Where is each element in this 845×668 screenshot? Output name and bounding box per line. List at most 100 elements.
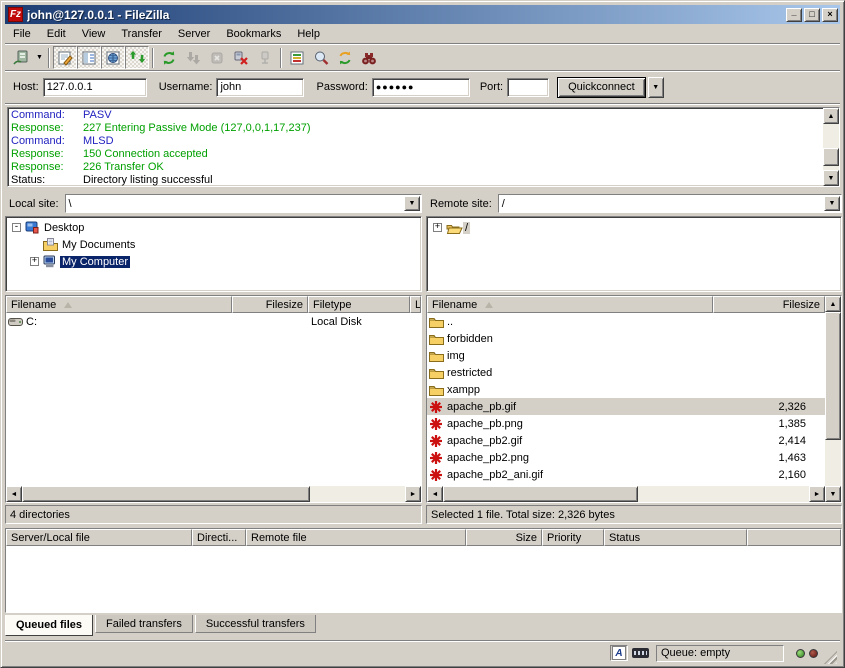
tree-item-my-computer[interactable]: + My Computer bbox=[6, 253, 421, 270]
column-remote-file[interactable]: Remote file bbox=[246, 529, 466, 546]
menu-view[interactable]: View bbox=[74, 25, 114, 43]
cancel-operation-button[interactable] bbox=[205, 46, 229, 69]
site-manager-button[interactable] bbox=[8, 46, 32, 69]
queue-rows[interactable] bbox=[6, 546, 841, 612]
password-input[interactable] bbox=[372, 78, 470, 97]
close-button[interactable]: × bbox=[822, 8, 838, 22]
column-server-local-file[interactable]: Server/Local file bbox=[6, 529, 192, 546]
tab-successful-transfers[interactable]: Successful transfers bbox=[195, 615, 316, 633]
filename-filters-button[interactable] bbox=[285, 46, 309, 69]
tab-failed-transfers[interactable]: Failed transfers bbox=[95, 615, 193, 633]
remote-file-row-selected[interactable]: apache_pb.gif 2,326 bbox=[427, 398, 825, 415]
column-size[interactable]: Size bbox=[466, 529, 542, 546]
column-filetype[interactable]: Filetype bbox=[308, 296, 410, 313]
tree-item-root[interactable]: + / bbox=[427, 219, 841, 236]
folder-icon bbox=[427, 384, 444, 396]
port-input[interactable] bbox=[507, 78, 549, 97]
remote-file-row[interactable]: apache_pb2_ani.gif 2,160 bbox=[427, 466, 825, 483]
toggle-local-tree-button[interactable] bbox=[77, 46, 101, 69]
synchronized-browsing-button[interactable] bbox=[333, 46, 357, 69]
scroll-right-button[interactable]: ► bbox=[809, 486, 825, 502]
scroll-left-button[interactable]: ◄ bbox=[427, 486, 443, 502]
recv-activity-led bbox=[796, 649, 805, 658]
column-filesize[interactable]: Filesize bbox=[713, 296, 825, 313]
remote-file-row[interactable]: forbidden bbox=[427, 330, 825, 347]
remote-file-row[interactable]: xampp bbox=[427, 381, 825, 398]
scroll-down-button[interactable]: ▼ bbox=[823, 170, 839, 186]
log-scrollbar[interactable]: ▲ ▼ bbox=[823, 108, 839, 186]
remote-file-rows[interactable]: .. forbidden img res bbox=[427, 313, 825, 486]
resize-grip[interactable] bbox=[824, 651, 837, 664]
menu-bookmarks[interactable]: Bookmarks bbox=[218, 25, 289, 43]
site-manager-dropdown[interactable]: ▼ bbox=[32, 46, 45, 69]
find-files-button[interactable] bbox=[357, 46, 381, 69]
scrollbar-thumb[interactable] bbox=[443, 486, 638, 502]
menu-transfer[interactable]: Transfer bbox=[113, 25, 170, 43]
column-status[interactable]: Status bbox=[604, 529, 747, 546]
username-input[interactable] bbox=[216, 78, 304, 97]
refresh-button[interactable] bbox=[157, 46, 181, 69]
toggle-message-log-button[interactable] bbox=[53, 46, 77, 69]
disconnect-button[interactable] bbox=[229, 46, 253, 69]
scroll-down-button[interactable]: ▼ bbox=[825, 486, 841, 502]
sort-ascending-icon bbox=[64, 302, 72, 308]
scrollbar-thumb[interactable] bbox=[825, 312, 841, 440]
quickconnect-button[interactable]: Quickconnect bbox=[557, 77, 646, 98]
column-priority[interactable]: Priority bbox=[542, 529, 604, 546]
quickconnect-dropdown[interactable]: ▼ bbox=[648, 77, 664, 98]
expand-icon[interactable]: + bbox=[30, 257, 39, 266]
menu-bar: File Edit View Transfer Server Bookmarks… bbox=[5, 24, 840, 43]
site-manager-icon bbox=[12, 50, 29, 66]
column-filesize[interactable]: Filesize bbox=[232, 296, 308, 313]
local-file-row[interactable]: C: Local Disk bbox=[6, 313, 421, 330]
column-filename[interactable]: Filename bbox=[427, 296, 713, 313]
remote-horizontal-scrollbar[interactable]: ◄ ► bbox=[427, 486, 825, 502]
tree-item-desktop[interactable]: - Desktop bbox=[6, 219, 421, 236]
tab-queued-files[interactable]: Queued files bbox=[5, 615, 93, 636]
host-input[interactable] bbox=[43, 78, 147, 97]
local-site-combo[interactable]: \ ▼ bbox=[65, 194, 422, 213]
remote-status-bar: Selected 1 file. Total size: 2,326 bytes bbox=[426, 505, 842, 524]
file-size: 2,326 bbox=[713, 401, 809, 413]
combo-dropdown-button[interactable]: ▼ bbox=[824, 196, 840, 211]
menu-help[interactable]: Help bbox=[289, 25, 328, 43]
expand-icon[interactable]: + bbox=[433, 223, 442, 232]
remote-file-row[interactable]: restricted bbox=[427, 364, 825, 381]
filezilla-logo-icon[interactable]: Fz bbox=[8, 7, 23, 22]
scrollbar-thumb[interactable] bbox=[823, 148, 839, 166]
local-file-rows[interactable]: C: Local Disk bbox=[6, 313, 421, 486]
menu-edit[interactable]: Edit bbox=[39, 25, 74, 43]
remote-file-row[interactable]: img bbox=[427, 347, 825, 364]
combo-dropdown-button[interactable]: ▼ bbox=[404, 196, 420, 211]
process-queue-button[interactable] bbox=[181, 46, 205, 69]
menu-server[interactable]: Server bbox=[170, 25, 218, 43]
toolbar-separator bbox=[48, 48, 50, 68]
remote-file-row[interactable]: apache_pb.png 1,385 bbox=[427, 415, 825, 432]
tree-item-my-documents[interactable]: My Documents bbox=[6, 236, 421, 253]
column-direction[interactable]: Directi... bbox=[192, 529, 246, 546]
directory-comparison-button[interactable] bbox=[309, 46, 333, 69]
scroll-right-button[interactable]: ► bbox=[405, 486, 421, 502]
scroll-left-button[interactable]: ◄ bbox=[6, 486, 22, 502]
column-filename[interactable]: Filename bbox=[6, 296, 232, 313]
minimize-button[interactable]: _ bbox=[786, 8, 802, 22]
image-file-icon bbox=[427, 434, 444, 448]
scroll-up-button[interactable]: ▲ bbox=[823, 108, 839, 124]
synchronized-browsing-icon bbox=[337, 50, 353, 66]
reconnect-button[interactable] bbox=[253, 46, 277, 69]
remote-file-row[interactable]: apache_pb2.gif 2,414 bbox=[427, 432, 825, 449]
menu-file[interactable]: File bbox=[5, 25, 39, 43]
remote-vertical-scrollbar[interactable]: ▲ ▼ bbox=[825, 296, 841, 502]
maximize-button[interactable]: □ bbox=[804, 8, 820, 22]
collapse-icon[interactable]: - bbox=[12, 223, 21, 232]
toggle-remote-tree-button[interactable] bbox=[101, 46, 125, 69]
remote-site-combo[interactable]: / ▼ bbox=[498, 194, 842, 213]
column-last-modified[interactable]: L bbox=[410, 296, 421, 313]
remote-file-row[interactable]: apache_pb2.png 1,463 bbox=[427, 449, 825, 466]
toggle-queue-button[interactable] bbox=[125, 46, 149, 69]
local-horizontal-scrollbar[interactable]: ◄ ► bbox=[6, 486, 421, 502]
scrollbar-thumb[interactable] bbox=[22, 486, 310, 502]
scroll-up-button[interactable]: ▲ bbox=[825, 296, 841, 312]
title-bar[interactable]: Fz john@127.0.0.1 - FileZilla _ □ × bbox=[5, 5, 840, 24]
remote-file-row[interactable]: .. bbox=[427, 313, 825, 330]
